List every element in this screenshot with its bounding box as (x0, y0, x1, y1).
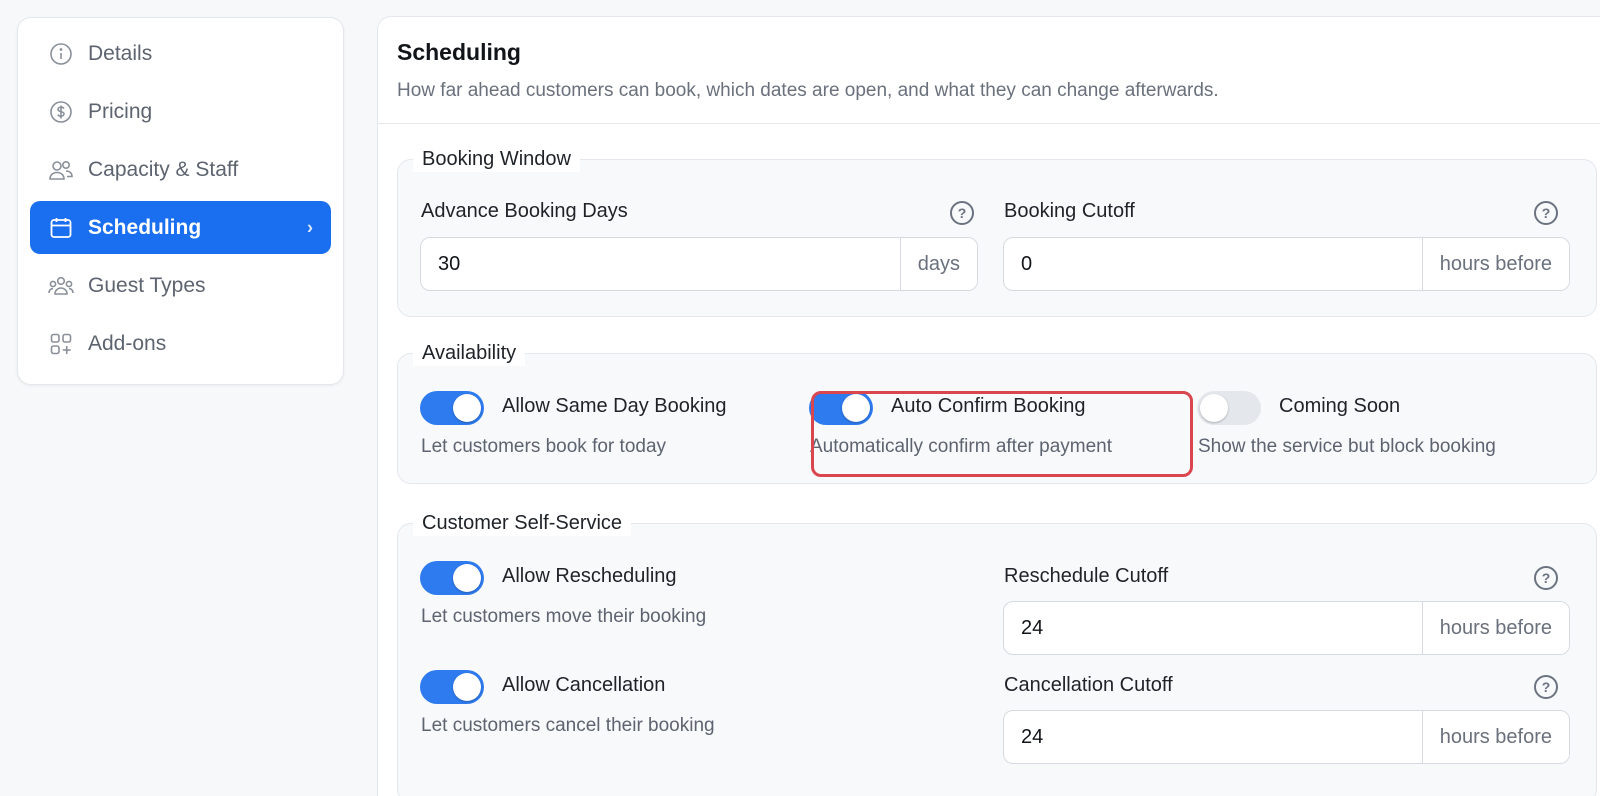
section-legend: Availability (413, 340, 526, 366)
sidebar-item-add-ons[interactable]: Add-ons (30, 317, 331, 370)
help-icon[interactable]: ? (1534, 566, 1558, 590)
dollar-icon (48, 99, 74, 125)
allow-rescheduling-label: Allow Rescheduling (502, 565, 677, 587)
section-legend: Booking Window (413, 146, 580, 172)
same-day-booking-desc: Let customers book for today (421, 436, 667, 457)
add-grid-icon (48, 331, 74, 357)
panel-header: Scheduling How far ahead customers can b… (378, 17, 1600, 124)
help-icon[interactable]: ? (950, 201, 974, 225)
booking-cutoff-input[interactable] (1004, 238, 1422, 290)
toggle-knob (842, 394, 870, 422)
allow-cancellation-toggle[interactable] (420, 670, 484, 704)
page-title: Scheduling (397, 39, 521, 65)
booking-cutoff-field: hours before (1003, 237, 1570, 291)
info-icon (48, 41, 74, 67)
sidebar-item-guest-types[interactable]: Guest Types (30, 259, 331, 312)
sidebar-item-details[interactable]: Details (30, 27, 331, 80)
reschedule-cutoff-input[interactable] (1004, 602, 1422, 654)
sidebar-item-label: Capacity & Staff (88, 157, 239, 181)
chevron-right-icon: › (307, 217, 313, 237)
cancellation-cutoff-field: hours before (1003, 710, 1570, 764)
coming-soon-toggle[interactable] (1197, 391, 1261, 425)
group-icon (48, 273, 74, 299)
auto-confirm-label: Auto Confirm Booking (891, 395, 1086, 417)
auto-confirm-desc: Automatically confirm after payment (810, 436, 1113, 457)
sidebar-item-label: Guest Types (88, 273, 206, 297)
same-day-booking-toggle[interactable] (420, 391, 484, 425)
users-icon (48, 157, 74, 183)
sidebar-item-label: Add-ons (88, 331, 167, 355)
cancellation-cutoff-label: Cancellation Cutoff (1004, 674, 1173, 696)
calendar-icon (48, 215, 74, 241)
advance-booking-days-field: days (420, 237, 978, 291)
reschedule-cutoff-field: hours before (1003, 601, 1570, 655)
allow-cancellation-desc: Let customers cancel their booking (421, 715, 715, 736)
settings-sidebar: Details Pricing Capacity & Staff Schedul… (17, 17, 344, 385)
toggle-knob (453, 394, 481, 422)
hours-before-suffix: hours before (1421, 602, 1569, 654)
advance-booking-days-input[interactable] (421, 238, 900, 290)
cancellation-cutoff-input[interactable] (1004, 711, 1422, 763)
advance-booking-days-label: Advance Booking Days (421, 200, 628, 222)
page-description: How far ahead customers can book, which … (397, 80, 1219, 101)
sidebar-item-scheduling[interactable]: Scheduling › (30, 201, 331, 254)
hours-before-suffix: hours before (1421, 238, 1569, 290)
sidebar-item-pricing[interactable]: Pricing (30, 85, 331, 138)
coming-soon-desc: Show the service but block booking (1198, 436, 1496, 457)
scheduling-panel: Scheduling How far ahead customers can b… (377, 16, 1600, 796)
reschedule-cutoff-label: Reschedule Cutoff (1004, 565, 1169, 587)
toggle-knob (453, 564, 481, 592)
toggle-knob (453, 673, 481, 701)
availability-section: Availability Allow Same Day Booking Let … (397, 340, 1597, 484)
customer-self-service-section: Customer Self-Service Allow Rescheduling… (397, 510, 1597, 796)
sidebar-item-label: Details (88, 41, 153, 65)
same-day-booking-label: Allow Same Day Booking (502, 395, 727, 417)
sidebar-item-capacity-staff[interactable]: Capacity & Staff (30, 143, 331, 196)
allow-rescheduling-toggle[interactable] (420, 561, 484, 595)
help-icon[interactable]: ? (1534, 675, 1558, 699)
sidebar-item-label: Scheduling (88, 215, 202, 239)
help-icon[interactable]: ? (1534, 201, 1558, 225)
booking-window-section: Booking Window Advance Booking Days ? da… (397, 146, 1597, 317)
toggle-knob (1200, 394, 1228, 422)
section-legend: Customer Self-Service (413, 510, 632, 536)
days-suffix: days (899, 238, 977, 290)
hours-before-suffix: hours before (1421, 711, 1569, 763)
allow-rescheduling-desc: Let customers move their booking (421, 606, 707, 627)
auto-confirm-toggle[interactable] (809, 391, 873, 425)
coming-soon-label: Coming Soon (1279, 395, 1401, 417)
booking-cutoff-label: Booking Cutoff (1004, 200, 1135, 222)
allow-cancellation-label: Allow Cancellation (502, 674, 666, 696)
sidebar-item-label: Pricing (88, 99, 153, 123)
